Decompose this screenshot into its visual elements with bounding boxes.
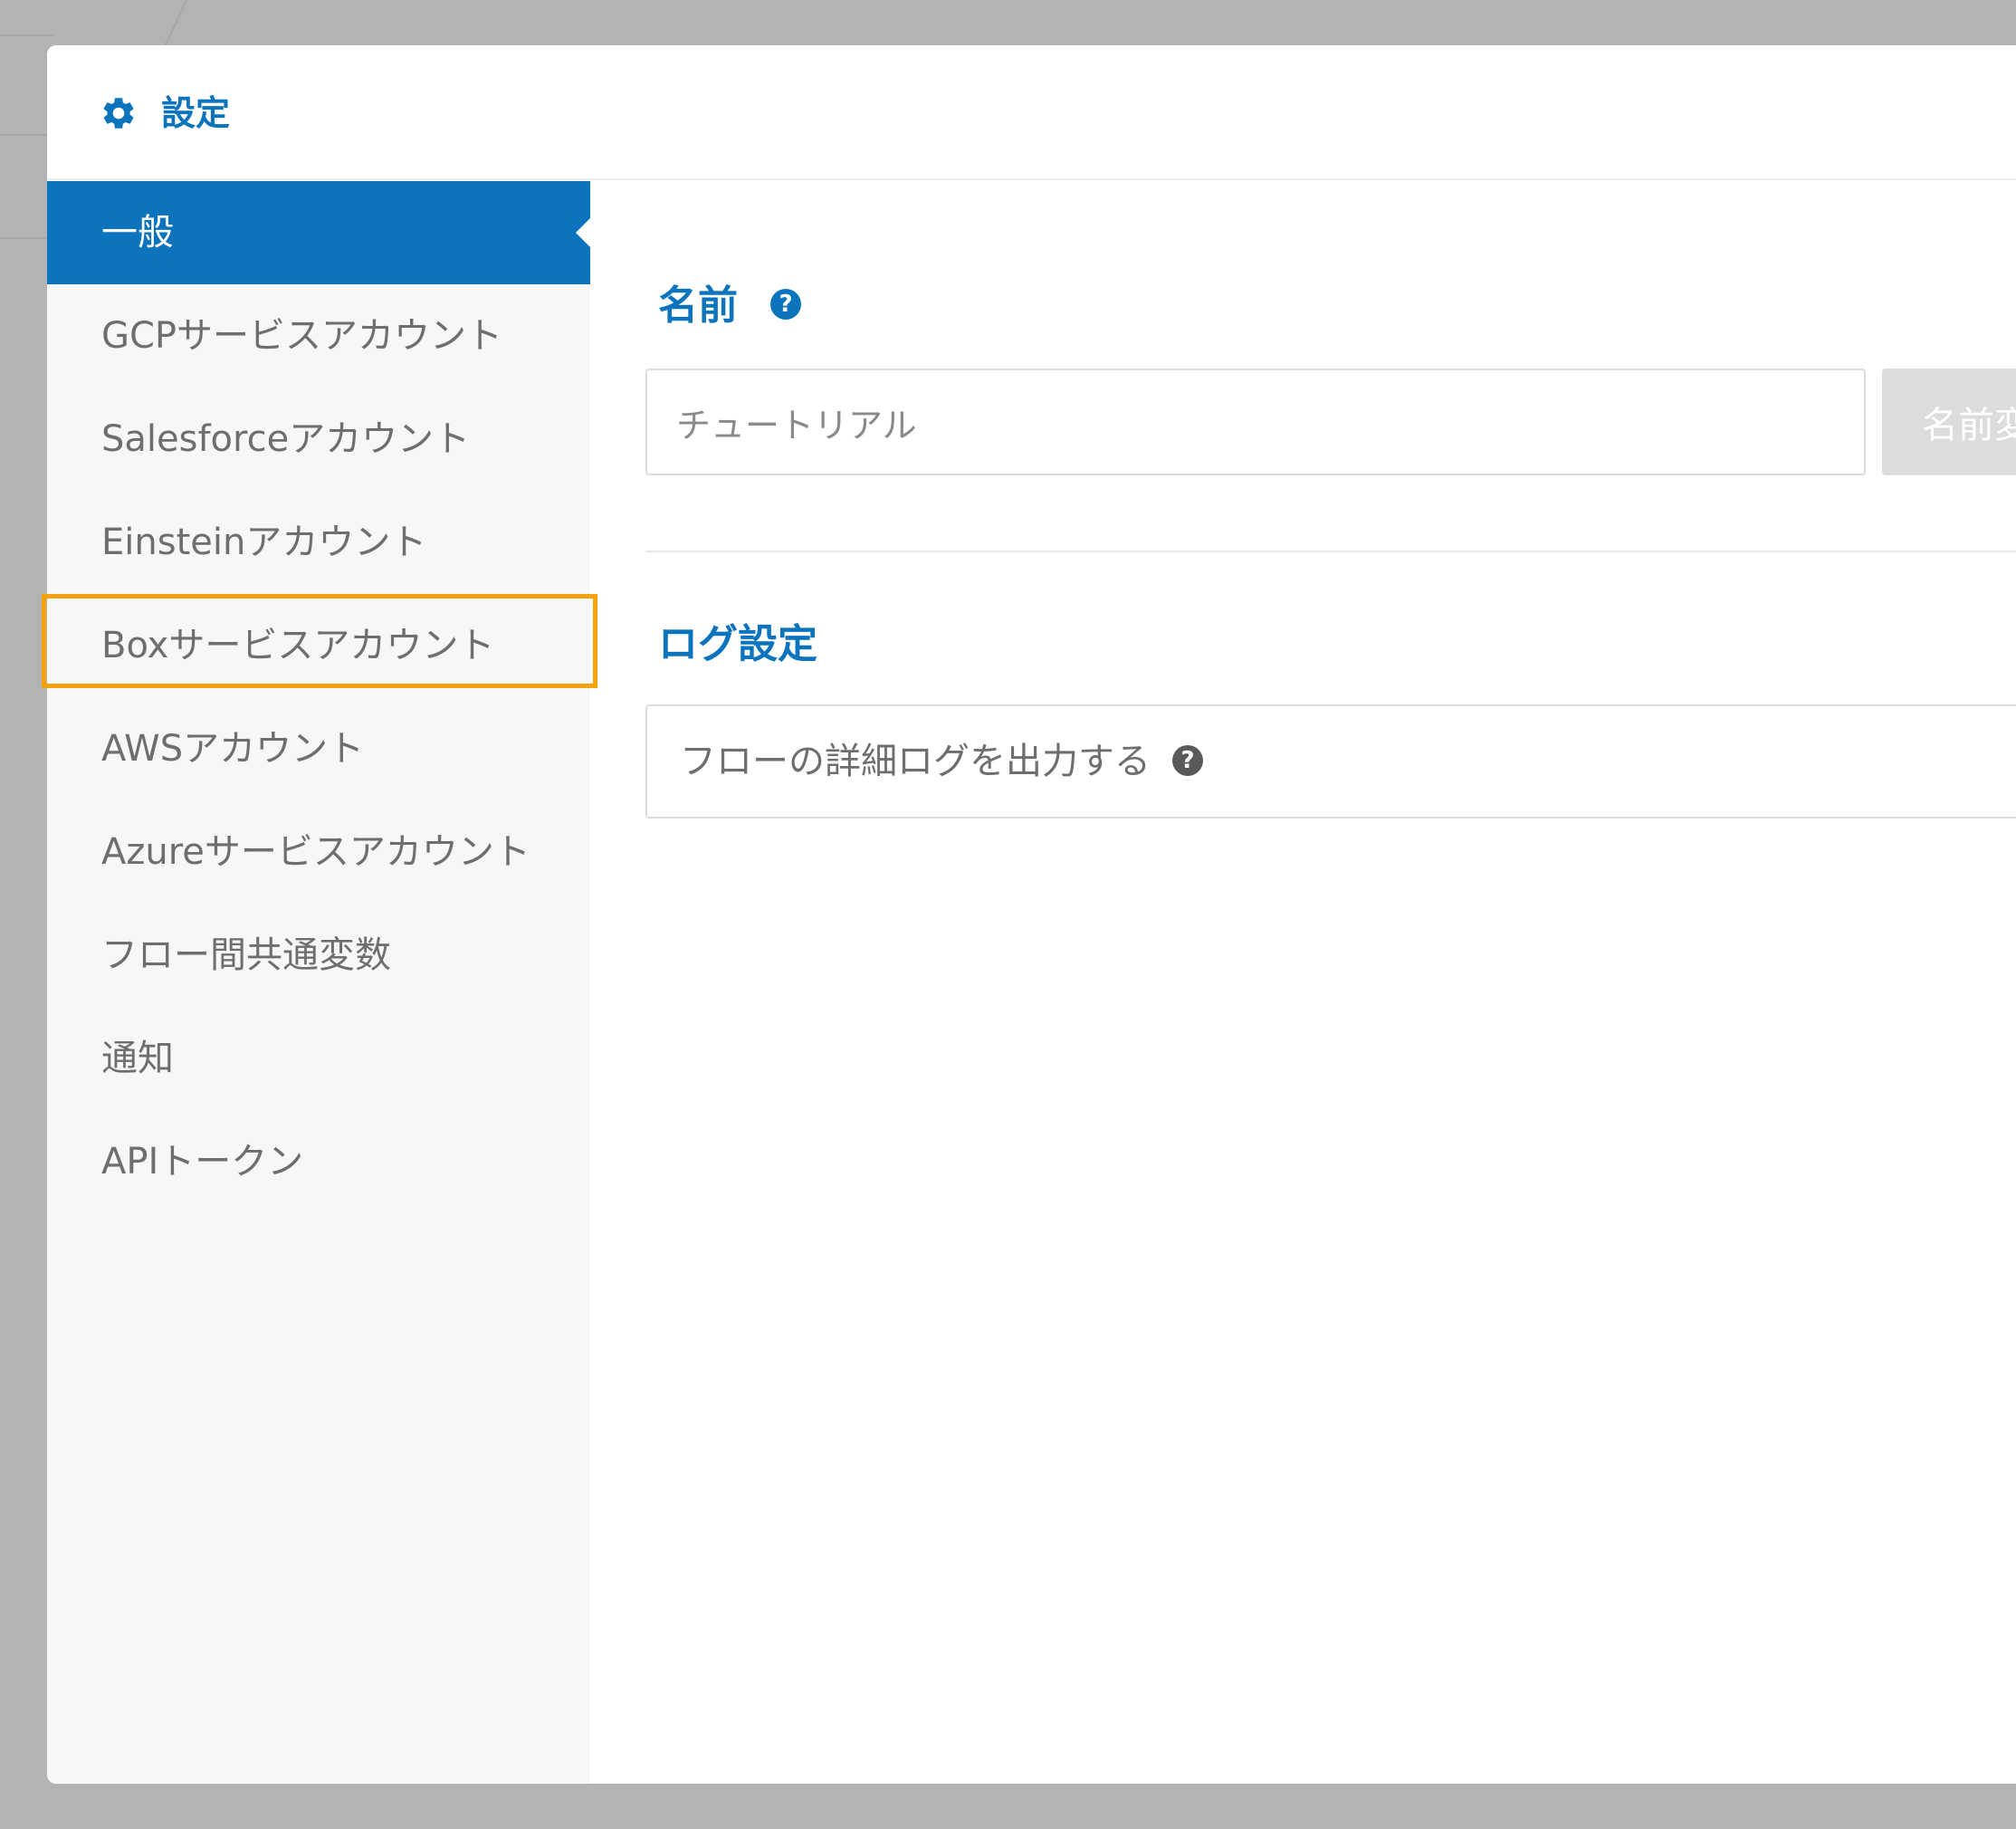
highlight-box (42, 594, 597, 688)
detailed-log-option[interactable]: フローの詳細ログを出力する? (645, 704, 2016, 819)
background-line (0, 134, 54, 136)
sidebar-item-label: AWSアカウント (101, 728, 365, 770)
name-section-label: 名前 (658, 282, 738, 329)
modal-header: 設定 (47, 45, 2016, 180)
sidebar-item-api-token[interactable]: APIトークン (47, 1110, 590, 1213)
sidebar-item-azure-service-account[interactable]: Azureサービスアカウント (47, 800, 590, 904)
section-divider (645, 551, 2016, 552)
help-icon[interactable]: ? (770, 289, 801, 320)
sidebar-item-shared-variables[interactable]: フロー間共通変数 (47, 904, 590, 1007)
rename-button[interactable]: 名前変 (1882, 369, 2016, 475)
sidebar-item-label: 通知 (101, 1038, 174, 1079)
name-input[interactable] (645, 369, 1866, 475)
detailed-log-label: フローの詳細ログを出力する (680, 741, 1151, 782)
sidebar-item-label: APIトークン (101, 1141, 304, 1183)
background-line (0, 34, 54, 36)
log-section-title: ログ設定 (658, 621, 817, 667)
active-indicator (576, 218, 590, 247)
sidebar-item-label: Einsteinアカウント (101, 522, 427, 563)
sidebar-item-label: Azureサービスアカウント (101, 831, 530, 873)
sidebar-item-gcp-service-account[interactable]: GCPサービスアカウント (47, 284, 590, 388)
gear-icon (103, 98, 134, 129)
sidebar-item-notifications[interactable]: 通知 (47, 1007, 590, 1110)
sidebar-item-label: フロー間共通変数 (101, 934, 391, 976)
help-icon[interactable]: ? (1172, 745, 1203, 776)
settings-main: 名前? 名前変 ログ設定 フローの詳細ログを出力する? (590, 181, 2016, 1784)
settings-modal: 設定 一般 GCPサービスアカウント Salesforceアカウント Einst… (47, 45, 2016, 1784)
modal-title: 設定 (161, 93, 231, 133)
sidebar-item-einstein-account[interactable]: Einsteinアカウント (47, 491, 590, 594)
background-line (0, 237, 54, 239)
sidebar-item-aws-account[interactable]: AWSアカウント (47, 697, 590, 800)
sidebar-item-salesforce-account[interactable]: Salesforceアカウント (47, 388, 590, 491)
sidebar-item-general[interactable]: 一般 (47, 181, 590, 284)
name-section-title: 名前? (658, 279, 801, 333)
sidebar-item-label: GCPサービスアカウント (101, 315, 503, 357)
sidebar-item-label: Salesforceアカウント (101, 418, 471, 460)
settings-sidebar: 一般 GCPサービスアカウント Salesforceアカウント Einstein… (47, 181, 590, 1784)
sidebar-item-label: 一般 (101, 212, 174, 254)
